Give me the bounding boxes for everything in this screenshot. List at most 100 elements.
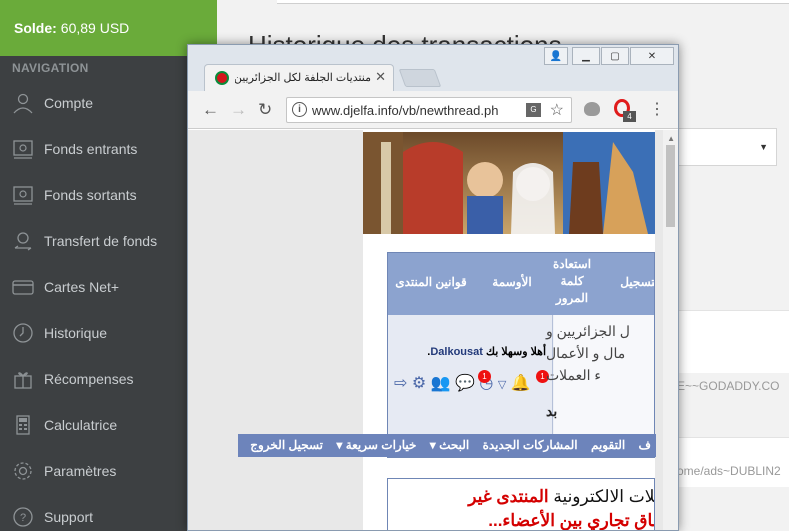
site-info-icon[interactable]: i (292, 102, 307, 117)
recover-password-link[interactable]: استعادة كلمة المرور (548, 256, 596, 307)
navigation-heading: NAVIGATION (12, 61, 89, 75)
notice-line-2: تفاق تجاري بين الأعضاء... (488, 511, 655, 530)
browser-tab[interactable]: منتديات الجلفة لكل الجزائريين و ✕ (204, 64, 394, 91)
balance-value: 60,89 USD (60, 20, 130, 36)
sidebar: Solde: 60,89 USD NAVIGATION Compte Fonds… (0, 0, 217, 531)
outbox-icon (12, 184, 34, 206)
sidebar-item-label: Support (44, 509, 94, 525)
sidebar-item-label: Paramètres (44, 463, 117, 479)
address-bar[interactable]: i www.djelfa.info/vb/newthread.ph G ☆ (286, 97, 572, 123)
back-icon[interactable]: ← (202, 100, 219, 120)
sidebar-item-label: Cartes Net+ (44, 279, 120, 295)
scroll-up-icon[interactable]: ▲ (667, 134, 675, 143)
sidebar-item-calculatrice[interactable]: Calculatrice (0, 402, 217, 448)
sidebar-item-parametres[interactable]: Paramètres (0, 448, 217, 494)
navbar-search-label: البحث (439, 438, 470, 452)
logout-icon[interactable]: ⇨ (394, 375, 407, 392)
forum-banner-image (363, 132, 655, 234)
extension-icon[interactable] (584, 102, 600, 116)
notice-text: ملات الالكترونية (553, 487, 655, 506)
profile-button[interactable]: 👤 (544, 47, 568, 65)
extension-badge: 4 (623, 111, 636, 122)
sidebar-item-label: Calculatrice (44, 417, 118, 433)
window-titlebar[interactable]: 👤 ▁ ▢ ✕ منتديات الجلفة لكل الجزائريين و … (188, 45, 678, 91)
sidebar-item-historique[interactable]: Historique (0, 310, 217, 356)
browser-popup-window: 👤 ▁ ▢ ✕ منتديات الجلفة لكل الجزائريين و … (187, 44, 679, 531)
table-row[interactable] (677, 437, 789, 487)
forum-page: قوانين المنتدى الأوسمة استعادة كلمة المر… (363, 130, 655, 530)
sidebar-item-cartes[interactable]: Cartes Net+ (0, 264, 217, 310)
welcome-greeting: أهلا وسهلا بك Dalkousat. (427, 346, 546, 358)
sidebar-item-label: Fonds sortants (44, 187, 137, 203)
user-action-icons: ⇨ ⚙ 👥 💬 ◷ ▽ 🔔 (394, 373, 531, 393)
gear-icon (12, 460, 34, 482)
transaction-description: E~~GODADDY.CO (677, 379, 780, 393)
scroll-thumb[interactable] (666, 145, 675, 227)
close-window-button[interactable]: ✕ (630, 47, 674, 65)
table-row[interactable] (677, 310, 789, 373)
settings-gear-icon[interactable]: ⚙ (412, 375, 426, 392)
forum-header-links: قوانين المنتدى الأوسمة استعادة كلمة المر… (388, 253, 654, 315)
dropdown-triangle-icon[interactable]: ▽ (498, 379, 506, 391)
top-border (277, 0, 789, 4)
navbar-search[interactable]: البحث ▾ (425, 434, 475, 452)
navbar-calendar[interactable]: التقويم (586, 434, 630, 452)
sidebar-item-fonds-sortants[interactable]: Fonds sortants (0, 172, 217, 218)
bookmark-star-icon[interactable]: ☆ (550, 100, 564, 120)
sidebar-item-support[interactable]: ? Support (0, 494, 217, 531)
window-controls: ▁ ▢ ✕ (571, 47, 674, 65)
history-icon (12, 322, 34, 344)
greeting-text: أهلا وسهلا بك (485, 346, 546, 358)
forward-icon[interactable]: → (230, 100, 247, 120)
forum-rules-link[interactable]: قوانين المنتدى (392, 275, 470, 289)
svg-text:?: ? (20, 512, 26, 524)
register-link[interactable]: التسجيل (602, 275, 654, 289)
maximize-button[interactable]: ▢ (601, 47, 629, 65)
sidebar-item-label: Récompenses (44, 371, 134, 387)
medals-link[interactable]: الأوسمة (484, 275, 540, 289)
welcome-line: ء العملات (546, 367, 602, 383)
calculator-icon (12, 414, 34, 436)
transfer-icon (12, 230, 34, 252)
balance-bar: Solde: 60,89 USD (0, 0, 217, 56)
sidebar-item-compte[interactable]: Compte (0, 80, 217, 126)
sidebar-item-transfert[interactable]: Transfert de fonds (0, 218, 217, 264)
filter-select[interactable]: ▼ (677, 128, 777, 166)
notifications-bell-icon[interactable]: 🔔 (511, 375, 531, 392)
navbar-new-posts[interactable]: المشاركات الجديدة (478, 434, 583, 452)
welcome-line: مال و الأعمال (546, 345, 626, 361)
navbar-quick-options-label: خيارات سريعة (345, 438, 417, 452)
navbar-logout[interactable]: تسجيل الخروج (245, 434, 328, 452)
minimize-button[interactable]: ▁ (572, 47, 600, 65)
card-icon (12, 276, 34, 298)
tab-close-icon[interactable]: ✕ (375, 69, 386, 85)
add-friend-icon[interactable]: 👥 (431, 375, 451, 392)
new-tab-button[interactable] (398, 69, 442, 87)
balance-label: Solde: (14, 20, 57, 36)
browser-toolbar: ← → ↻ i www.djelfa.info/vb/newthread.ph … (188, 91, 678, 129)
user-icon (12, 92, 34, 114)
sidebar-item-label: Fonds entrants (44, 141, 138, 157)
inbox-icon (12, 138, 34, 160)
notice-highlight: المنتدى غير (468, 487, 549, 506)
welcome-line: بد (546, 403, 558, 419)
sidebar-item-label: Historique (44, 325, 108, 341)
transaction-description: ome/ads~DUBLIN2 (677, 464, 781, 478)
forum-notice: ملات الالكترونية المنتدى غير تفاق تجاري … (387, 478, 655, 530)
username-link[interactable]: Dalkousat (430, 346, 483, 358)
messages-icon[interactable]: 💬 (455, 375, 475, 392)
sidebar-item-label: Compte (44, 95, 94, 111)
notice-line-1: ملات الالكترونية المنتدى غير (468, 487, 655, 507)
sidebar-item-recompenses[interactable]: Récompenses (0, 356, 217, 402)
browser-menu-icon[interactable]: ⋮ (649, 99, 665, 119)
navbar-quick-options[interactable]: خيارات سريعة ▾ (331, 434, 421, 452)
screen: Solde: 60,89 USD NAVIGATION Compte Fonds… (0, 0, 789, 531)
navbar-item[interactable]: ف (634, 434, 656, 452)
site-favicon-icon (215, 71, 229, 85)
url-text: www.djelfa.info/vb/newthread.ph (312, 103, 499, 118)
reload-icon[interactable]: ↻ (258, 100, 272, 120)
sidebar-item-fonds-entrants[interactable]: Fonds entrants (0, 126, 217, 172)
messages-badge: 1 (478, 370, 491, 383)
translate-icon[interactable]: G (526, 103, 541, 117)
sidebar-item-label: Transfert de fonds (44, 233, 158, 249)
